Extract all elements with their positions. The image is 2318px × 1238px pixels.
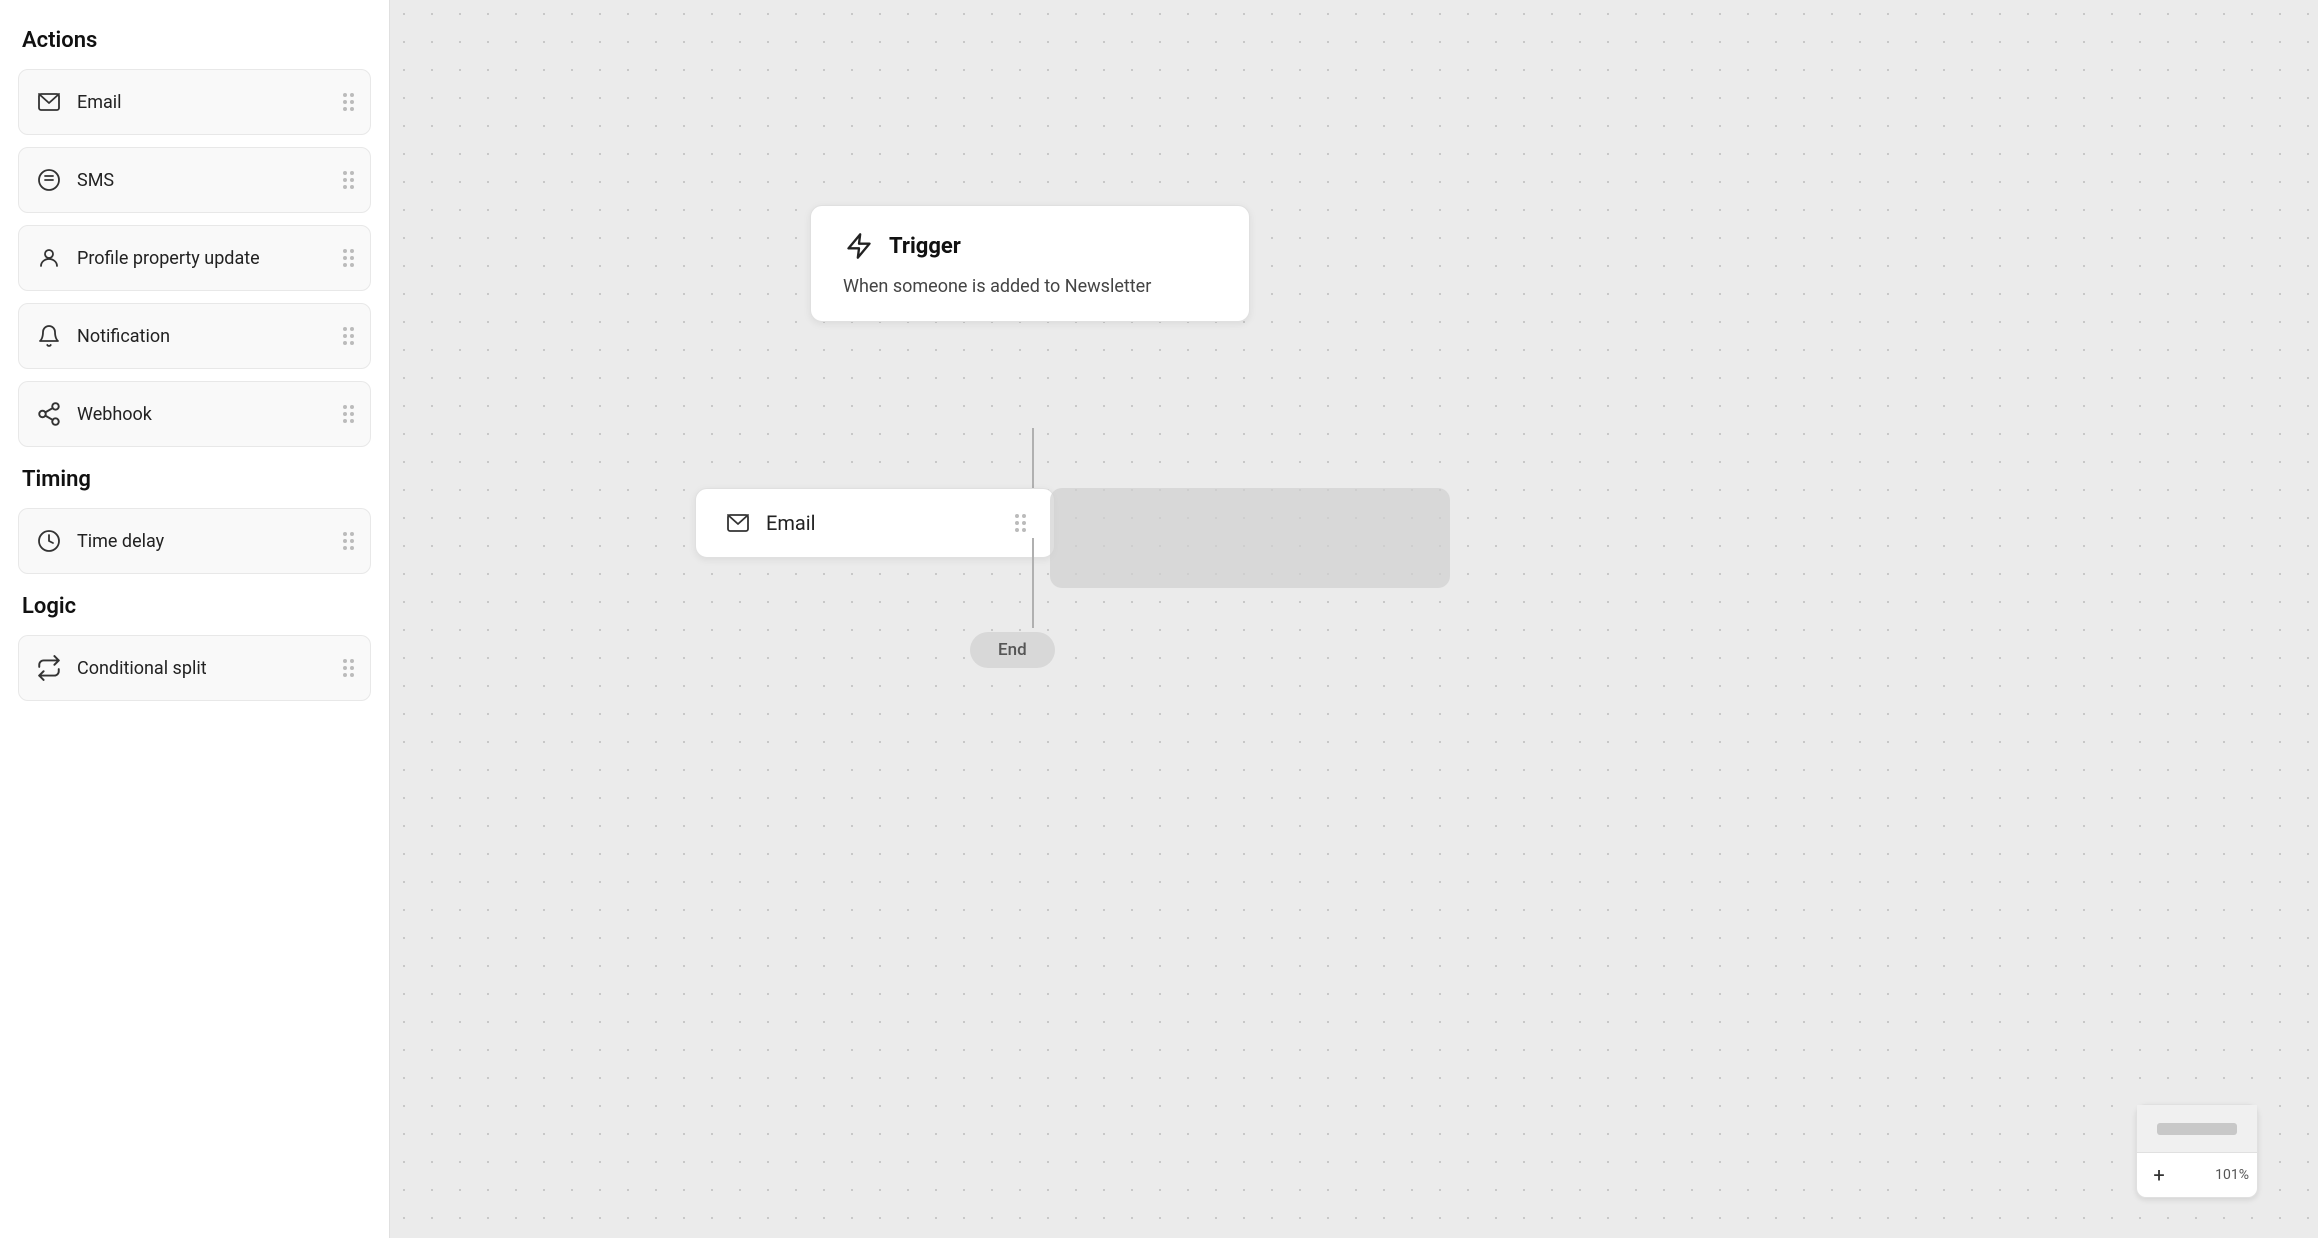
logic-section-title: Logic [18, 594, 371, 619]
end-label: End [998, 640, 1027, 660]
minimap [2137, 1105, 2257, 1153]
clock-icon [35, 527, 63, 555]
sidebar-item-sms[interactable]: SMS [18, 147, 371, 213]
action-item-left-notification: Notification [35, 322, 170, 350]
zoom-controls: + 101% [2136, 1104, 2258, 1198]
profile-property-update-label: Profile property update [77, 248, 260, 269]
sidebar: Actions Email [0, 0, 390, 1238]
webhook-label: Webhook [77, 404, 152, 425]
email-node-left: Email [724, 509, 816, 537]
minimap-bar [2157, 1123, 2237, 1135]
action-item-left-profile: Profile property update [35, 244, 260, 272]
email-node-drag-handle[interactable] [1015, 514, 1026, 532]
sidebar-item-time-delay[interactable]: Time delay [18, 508, 371, 574]
actions-section-title: Actions [18, 28, 371, 53]
mail-icon [35, 88, 63, 116]
sidebar-item-profile-property-update[interactable]: Profile property update [18, 225, 371, 291]
action-item-left-email: Email [35, 88, 122, 116]
sms-label: SMS [77, 170, 114, 191]
email-canvas-node[interactable]: Email [695, 488, 1055, 558]
drag-handle-sms[interactable] [343, 171, 354, 189]
person-icon [35, 244, 63, 272]
action-item-left-sms: SMS [35, 166, 114, 194]
drag-handle-webhook[interactable] [343, 405, 354, 423]
split-icon [35, 654, 63, 682]
connector-line-1 [1032, 428, 1034, 488]
drag-handle-notification[interactable] [343, 327, 354, 345]
drag-handle-profile[interactable] [343, 249, 354, 267]
conditional-split-label: Conditional split [77, 658, 207, 679]
sidebar-item-notification[interactable]: Notification [18, 303, 371, 369]
email-canvas-label: Email [766, 511, 816, 535]
bell-icon [35, 322, 63, 350]
sidebar-item-webhook[interactable]: Webhook [18, 381, 371, 447]
sidebar-item-conditional-split[interactable]: Conditional split [18, 635, 371, 701]
notification-label: Notification [77, 326, 170, 347]
time-delay-label: Time delay [77, 531, 164, 552]
drag-handle-time-delay[interactable] [343, 532, 354, 550]
connector-line-2 [1032, 538, 1034, 628]
zoom-level: 101% [2211, 1167, 2253, 1183]
end-node[interactable]: End [970, 632, 1055, 668]
sidebar-item-email[interactable]: Email [18, 69, 371, 135]
action-item-left-conditional-split: Conditional split [35, 654, 207, 682]
email-canvas-icon [724, 509, 752, 537]
drag-handle-conditional-split[interactable] [343, 659, 354, 677]
lightning-icon [843, 230, 875, 262]
zoom-footer: + 101% [2137, 1153, 2257, 1197]
trigger-node-header: Trigger [843, 230, 1217, 262]
ghost-node [1050, 488, 1450, 588]
sms-icon [35, 166, 63, 194]
zoom-plus-button[interactable]: + [2141, 1157, 2177, 1193]
trigger-description: When someone is added to Newsletter [843, 276, 1217, 297]
action-item-left-webhook: Webhook [35, 400, 152, 428]
trigger-title: Trigger [889, 234, 961, 259]
action-item-left-time-delay: Time delay [35, 527, 164, 555]
drag-handle-email[interactable] [343, 93, 354, 111]
timing-section-title: Timing [18, 467, 371, 492]
email-label: Email [77, 92, 122, 113]
workflow-canvas[interactable]: Trigger When someone is added to Newslet… [390, 0, 2318, 1238]
trigger-node[interactable]: Trigger When someone is added to Newslet… [810, 205, 1250, 322]
webhook-icon [35, 400, 63, 428]
